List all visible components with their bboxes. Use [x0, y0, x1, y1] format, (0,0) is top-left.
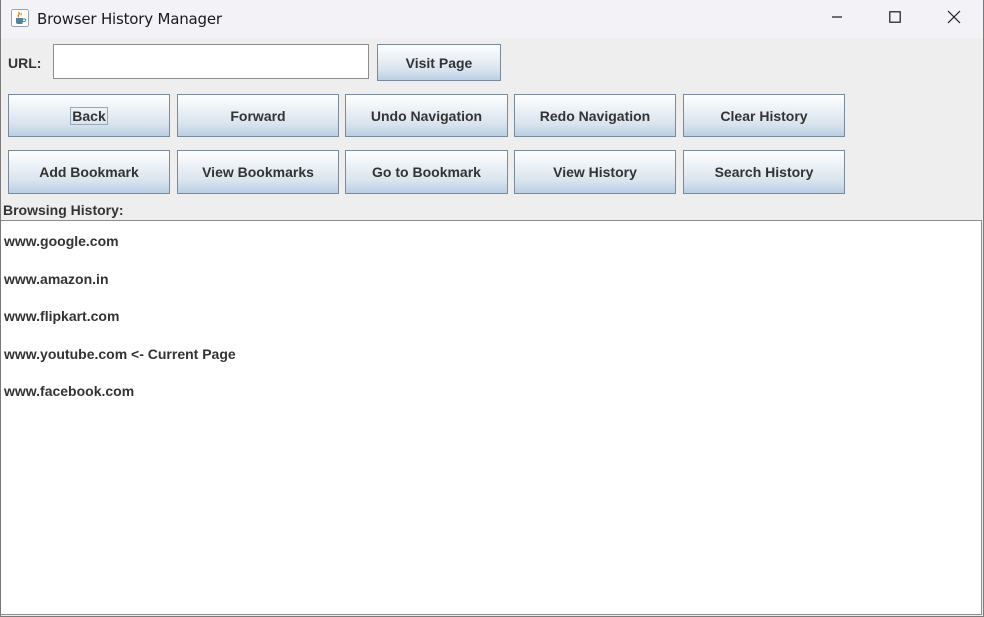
back-label: Back: [70, 106, 108, 125]
view-history-label: View History: [553, 164, 637, 180]
redo-navigation-label: Redo Navigation: [539, 107, 651, 124]
history-entry: www.flipkart.com: [4, 308, 120, 324]
go-to-bookmark-button[interactable]: Go to Bookmark: [345, 150, 508, 194]
undo-navigation-label: Undo Navigation: [370, 107, 483, 124]
back-button[interactable]: Back: [8, 94, 170, 137]
history-entry: www.google.com: [4, 233, 119, 249]
maximize-button[interactable]: [872, 0, 918, 38]
close-icon: [947, 10, 961, 29]
history-text-area[interactable]: www.google.com www.amazon.in www.flipkar…: [1, 220, 982, 615]
maximize-icon: [889, 10, 901, 28]
go-to-bookmark-label: Go to Bookmark: [372, 164, 481, 180]
history-entry: www.facebook.com: [4, 383, 135, 399]
forward-button[interactable]: Forward: [177, 94, 339, 137]
view-history-button[interactable]: View History: [514, 150, 676, 194]
java-cup-icon: [11, 9, 29, 27]
forward-label: Forward: [230, 107, 286, 124]
minimize-icon: [831, 10, 843, 28]
visit-page-label: Visit Page: [405, 54, 473, 71]
clear-history-label: Clear History: [720, 107, 808, 124]
view-bookmarks-label: View Bookmarks: [202, 164, 314, 180]
app-window: Browser History Manager URL: Visit Page …: [0, 0, 984, 617]
search-history-button[interactable]: Search History: [683, 150, 845, 194]
close-button[interactable]: [931, 0, 977, 38]
url-label: URL:: [8, 55, 42, 71]
undo-navigation-button[interactable]: Undo Navigation: [345, 94, 508, 137]
history-entry: www.amazon.in: [4, 271, 109, 287]
window-title: Browser History Manager: [37, 10, 222, 28]
view-bookmarks-button[interactable]: View Bookmarks: [177, 150, 339, 194]
browsing-history-label: Browsing History:: [3, 202, 124, 218]
add-bookmark-button[interactable]: Add Bookmark: [8, 150, 170, 194]
clear-history-button[interactable]: Clear History: [683, 94, 845, 137]
url-input[interactable]: [53, 44, 369, 79]
add-bookmark-label: Add Bookmark: [39, 164, 139, 180]
history-entry-current: www.youtube.com <- Current Page: [4, 346, 236, 362]
visit-page-button[interactable]: Visit Page: [377, 44, 501, 81]
minimize-button[interactable]: [814, 0, 860, 38]
search-history-label: Search History: [714, 164, 814, 180]
redo-navigation-button[interactable]: Redo Navigation: [514, 94, 676, 137]
title-bar[interactable]: Browser History Manager: [1, 0, 983, 38]
